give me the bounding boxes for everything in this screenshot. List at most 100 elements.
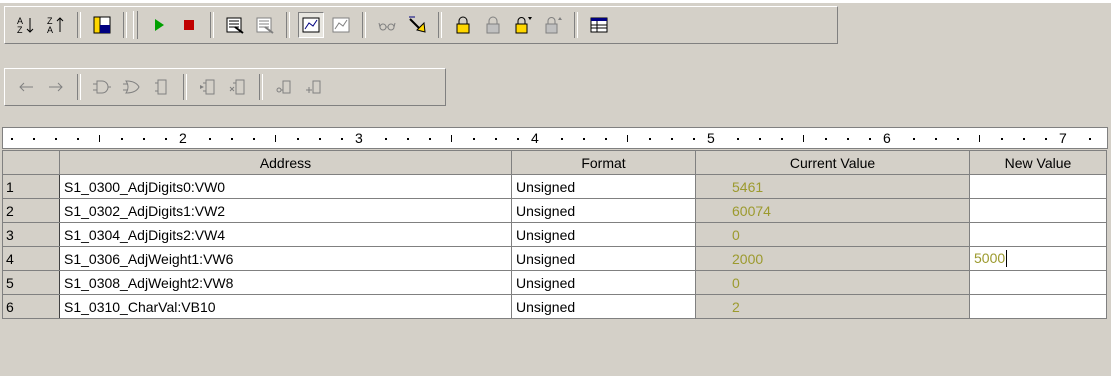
table-row: 1 S1_0300_AdjDigits0:VW0 Unsigned 5461: [2, 174, 1107, 199]
format-cell[interactable]: Unsigned: [511, 270, 696, 295]
ruler-dot: [11, 138, 13, 140]
row-number[interactable]: 4: [2, 246, 60, 271]
chart-status-alt-icon[interactable]: [328, 12, 354, 38]
glasses-icon[interactable]: [374, 12, 400, 38]
sort-descending-icon[interactable]: ZA: [43, 12, 69, 38]
toolbar-separator: [362, 12, 366, 38]
or-gate-icon[interactable]: [119, 74, 145, 100]
new-value-text[interactable]: 5000: [974, 250, 1005, 266]
new-value-cell[interactable]: [969, 198, 1107, 223]
chart-status-icon[interactable]: [298, 12, 324, 38]
format-cell[interactable]: Unsigned: [511, 246, 696, 271]
format-cell[interactable]: Unsigned: [511, 198, 696, 223]
column-ruler[interactable]: 2 3 4 5 6 7: [2, 127, 1108, 149]
ruler-dot: [913, 138, 915, 140]
ruler-label: 4: [531, 130, 539, 146]
new-value-cell[interactable]: 5000: [969, 246, 1107, 271]
ruler-dot: [1045, 138, 1047, 140]
insert-box-icon[interactable]: [195, 74, 221, 100]
forward-arrow-icon[interactable]: [43, 74, 69, 100]
address-cell[interactable]: S1_0310_CharVal:VB10: [59, 294, 512, 319]
force-icon[interactable]: [404, 12, 430, 38]
ruler-tick: [979, 135, 980, 142]
current-value-column-header[interactable]: Current Value: [695, 150, 970, 175]
row-number[interactable]: 5: [2, 270, 60, 295]
ruler-dot: [935, 138, 937, 140]
stop-icon[interactable]: [176, 12, 202, 38]
table-icon[interactable]: [586, 12, 612, 38]
toolbar-separator: [210, 12, 214, 38]
ruler-dot: [253, 138, 255, 140]
format-cell[interactable]: Unsigned: [511, 222, 696, 247]
format-column-header[interactable]: Format: [511, 150, 696, 175]
ruler-dot: [429, 138, 431, 140]
address-cell[interactable]: S1_0304_AdjDigits2:VW4: [59, 222, 512, 247]
address-cell[interactable]: S1_0302_AdjDigits1:VW2: [59, 198, 512, 223]
view-icon[interactable]: [89, 12, 115, 38]
format-cell[interactable]: Unsigned: [511, 174, 696, 199]
lock-icon[interactable]: [450, 12, 476, 38]
format-cell[interactable]: Unsigned: [511, 294, 696, 319]
ruler-dot: [165, 138, 167, 140]
toolbar-separator: [286, 12, 290, 38]
ruler-dot: [649, 138, 651, 140]
write-icon[interactable]: [252, 12, 278, 38]
ruler-dot: [825, 138, 827, 140]
current-value-cell: 2: [695, 294, 970, 319]
new-value-column-header[interactable]: New Value: [969, 150, 1107, 175]
unforce-icon[interactable]: [540, 12, 566, 38]
current-value-cell: 0: [695, 222, 970, 247]
ruler-label: 2: [179, 130, 187, 146]
unlock-icon[interactable]: [480, 12, 506, 38]
new-value-cell[interactable]: [969, 174, 1107, 199]
row-number-header[interactable]: [2, 150, 60, 175]
edit-toolbar: [4, 68, 446, 106]
table-header-row: Address Format Current Value New Value: [2, 150, 1107, 175]
status-chart-table: Address Format Current Value New Value 1…: [2, 150, 1107, 319]
row-number[interactable]: 2: [2, 198, 60, 223]
and-gate-icon[interactable]: [89, 74, 115, 100]
current-value-cell: 60074: [695, 198, 970, 223]
toolbar-separator: [183, 74, 187, 100]
sort-ascending-icon[interactable]: AZ: [13, 12, 39, 38]
address-cell[interactable]: S1_0306_AdjWeight1:VW6: [59, 246, 512, 271]
read-icon[interactable]: [222, 12, 248, 38]
address-cell[interactable]: S1_0300_AdjDigits0:VW0: [59, 174, 512, 199]
toolbar-separator: [574, 12, 578, 38]
ruler-dot: [341, 138, 343, 140]
table-row: 3 S1_0304_AdjDigits2:VW4 Unsigned 0: [2, 222, 1107, 247]
ruler-dot: [693, 138, 695, 140]
row-number[interactable]: 1: [2, 174, 60, 199]
run-icon[interactable]: [146, 12, 172, 38]
delete-box-icon[interactable]: [225, 74, 251, 100]
table-row: 6 S1_0310_CharVal:VB10 Unsigned 2: [2, 294, 1107, 319]
ruler-tick: [627, 135, 628, 142]
ruler-dot: [495, 138, 497, 140]
new-value-cell[interactable]: [969, 294, 1107, 319]
back-arrow-icon[interactable]: [13, 74, 39, 100]
ruler-dot: [77, 138, 79, 140]
force-lock-icon[interactable]: [510, 12, 536, 38]
new-value-cell[interactable]: [969, 222, 1107, 247]
ruler-dot: [605, 138, 607, 140]
toolbar-grip[interactable]: [133, 11, 138, 39]
ruler-label: 5: [707, 130, 715, 146]
table-row: 5 S1_0308_AdjWeight2:VW8 Unsigned 0: [2, 270, 1107, 295]
ruler-dot: [1001, 138, 1003, 140]
ruler-dot: [121, 138, 123, 140]
ruler-dot: [869, 138, 871, 140]
address-cell[interactable]: S1_0308_AdjWeight2:VW8: [59, 270, 512, 295]
address-column-header[interactable]: Address: [59, 150, 512, 175]
contact-icon[interactable]: [271, 74, 297, 100]
ruler-dot: [1023, 138, 1025, 140]
box-icon[interactable]: [149, 74, 175, 100]
row-number[interactable]: 3: [2, 222, 60, 247]
ruler-dot: [33, 138, 35, 140]
coil-icon[interactable]: [301, 74, 327, 100]
text-caret: [1006, 250, 1008, 268]
toolbar-separator: [438, 12, 442, 38]
new-value-cell[interactable]: [969, 270, 1107, 295]
row-number[interactable]: 6: [2, 294, 60, 319]
ruler-dot: [781, 138, 783, 140]
ruler-dot: [1089, 138, 1091, 140]
